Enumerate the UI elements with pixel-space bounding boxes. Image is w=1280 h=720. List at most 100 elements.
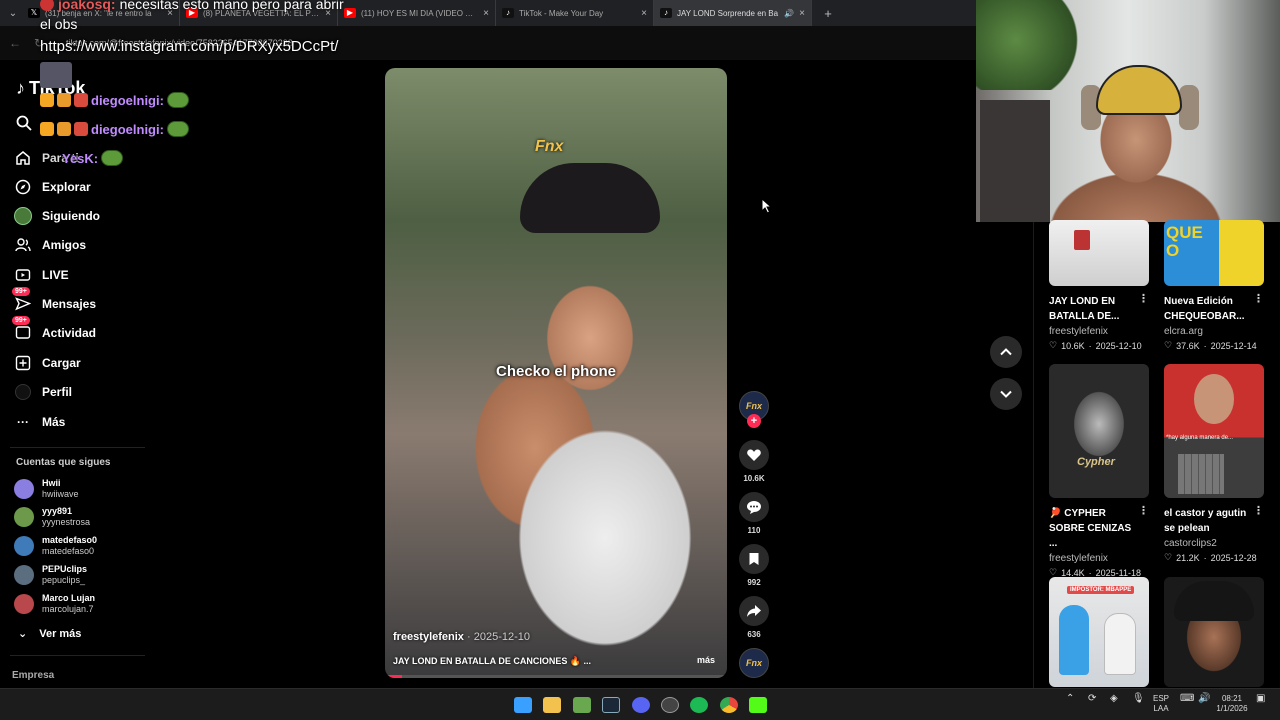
video-thumbnail[interactable]: [1164, 577, 1264, 687]
followed-account[interactable]: yyy891 yyynestrosa: [14, 506, 90, 528]
nav-item-mensajes[interactable]: 99+ Mensajes: [12, 287, 174, 315]
browser-tab[interactable]: ▶ (11) HOY ES MI DIA (VIDEO OFI ×: [338, 0, 496, 26]
notification-icon[interactable]: ▣: [1256, 694, 1265, 704]
video-thumbnail[interactable]: [1049, 220, 1149, 286]
close-icon[interactable]: ×: [483, 8, 489, 19]
video-author[interactable]: freestylefenix: [1049, 326, 1149, 337]
see-more-button[interactable]: ⌄ Ver más: [18, 627, 81, 641]
like-action[interactable]: 10.6K: [738, 440, 770, 483]
nav-item-perfil[interactable]: Perfil: [14, 381, 174, 403]
nav-item-siguiendo[interactable]: Siguiendo: [14, 205, 174, 227]
followed-account[interactable]: Marco Lujan marcolujan.7: [14, 593, 95, 615]
mic-icon[interactable]: 🎙: [1132, 694, 1145, 704]
new-tab-button[interactable]: +: [818, 3, 838, 23]
save-action[interactable]: 992: [738, 544, 770, 587]
pepe-emote-icon: [101, 150, 124, 166]
more-options-icon[interactable]: ⋮: [1253, 292, 1264, 307]
badge-icon: [57, 93, 71, 107]
video-thumbnail[interactable]: *hay alguna manera de...: [1164, 364, 1264, 498]
speaker-icon[interactable]: 🔊: [784, 9, 794, 18]
bookmark-icon[interactable]: [739, 544, 769, 574]
comment-action[interactable]: 110: [738, 492, 770, 535]
network-icon[interactable]: ⌨: [1180, 694, 1194, 704]
video-title[interactable]: Nueva Edición CHEQUEOBAR... ⋮: [1164, 292, 1264, 324]
obs-icon[interactable]: [661, 697, 679, 713]
nav-label: Cargar: [42, 356, 81, 370]
video-title[interactable]: el castor y agutin se pelean ⋮: [1164, 504, 1264, 536]
followed-account[interactable]: Hwii hwiiwave: [14, 478, 79, 500]
recommended-video-card[interactable]: Cypher 🏓 CYPHER SOBRE CENIZAS ... ⋮ freest…: [1049, 364, 1149, 578]
recommended-video-card[interactable]: JAY LOND EN BATALLA DE... ⋮ freestylefenix…: [1049, 220, 1149, 351]
video-thumbnail[interactable]: Cypher: [1049, 364, 1149, 498]
video-title[interactable]: 🏓 CYPHER SOBRE CENIZAS ... ⋮: [1049, 504, 1149, 551]
more-button[interactable]: más: [697, 655, 715, 665]
folder-icon[interactable]: [543, 697, 561, 713]
recommended-video-card[interactable]: QUEO Nueva Edición CHEQUEOBAR... ⋮ elcra.a…: [1164, 220, 1264, 351]
search-icon[interactable]: [16, 115, 34, 133]
shield-icon[interactable]: ◈: [1110, 694, 1118, 704]
more-options-icon[interactable]: ⋮: [1138, 504, 1149, 519]
next-video-button[interactable]: [990, 378, 1022, 410]
nav-item-mas[interactable]: ··· Más: [14, 411, 174, 433]
clock[interactable]: 08:21 1/1/2026: [1214, 694, 1250, 714]
windows-icon[interactable]: [514, 697, 532, 713]
steam-icon[interactable]: [602, 697, 620, 713]
video-thumbnail[interactable]: IMPOSTOR: MBAPPE: [1049, 577, 1149, 687]
nav-label: Más: [42, 415, 66, 429]
close-icon[interactable]: ×: [799, 8, 805, 19]
nav-item-explorar[interactable]: Explorar: [14, 176, 174, 198]
share-action[interactable]: 636: [738, 596, 770, 639]
nav-item-actividad[interactable]: 99+ Actividad: [12, 316, 174, 344]
video-author[interactable]: castorclips2: [1164, 538, 1264, 549]
followed-account[interactable]: matedefaso0 matedefaso0: [14, 535, 97, 557]
nav-item-cargar[interactable]: Cargar: [14, 352, 174, 374]
chevron-up-icon[interactable]: ⌃: [1066, 694, 1074, 704]
video-date: 2025-11-18: [1095, 567, 1141, 578]
account-handle: matedefaso0: [42, 546, 95, 556]
video-author[interactable]: elcra.arg: [1164, 326, 1264, 337]
streamer-beanie: [1096, 65, 1182, 115]
nav-item-live[interactable]: LIVE: [14, 264, 174, 286]
video-title[interactable]: JAY LOND EN BATALLA DE... ⋮: [1049, 292, 1149, 324]
recommended-video-card[interactable]: IMPOSTOR: MBAPPE: [1049, 577, 1149, 687]
thumbnail-text: QUEO: [1166, 223, 1203, 260]
share-icon[interactable]: [739, 596, 769, 626]
title-line: Nueva Edición: [1164, 296, 1233, 307]
language-indicator[interactable]: ESP LAA: [1153, 694, 1169, 714]
music-disc-icon[interactable]: Fnx: [739, 648, 769, 678]
messages-icon: 99+: [12, 287, 32, 313]
browser-tab-active[interactable]: ♪ JAY LOND Sorprende en Ba 🔊 ×: [654, 0, 812, 26]
chat-user: diegoelnigi:: [91, 92, 164, 108]
account-name: PEPUclips: [42, 564, 88, 574]
browser-tab[interactable]: ♪ TikTok - Make Your Day ×: [496, 0, 654, 26]
video-author-line[interactable]: freestylefenix · 2025-12-10: [393, 631, 530, 643]
minecraft-icon[interactable]: [573, 697, 591, 713]
recommended-video-card[interactable]: [1164, 577, 1264, 687]
video-author[interactable]: freestylefenix: [393, 631, 464, 643]
comment-icon[interactable]: [739, 492, 769, 522]
nav-item-amigos[interactable]: Amigos: [14, 234, 174, 256]
video-progress-bar[interactable]: [385, 675, 727, 678]
heart-icon[interactable]: [739, 440, 769, 470]
follow-plus-button[interactable]: +: [747, 414, 761, 428]
followed-account[interactable]: PEPUclips pepuclips_: [14, 564, 87, 586]
sync-icon[interactable]: ⟳: [1088, 694, 1096, 704]
more-options-icon[interactable]: ⋮: [1138, 292, 1149, 307]
previous-video-button[interactable]: [990, 336, 1022, 368]
back-icon[interactable]: ←: [8, 36, 22, 50]
chrome-icon[interactable]: [720, 697, 738, 713]
video-date: 2025-12-10: [473, 631, 531, 643]
recommended-video-card[interactable]: *hay alguna manera de... el castor y agu…: [1164, 364, 1264, 563]
discord-icon[interactable]: [632, 697, 650, 713]
video-player[interactable]: Fnx Checko el phone freestylefenix · 202…: [385, 68, 727, 678]
volume-icon[interactable]: 🔊: [1198, 694, 1210, 704]
close-icon[interactable]: ×: [641, 8, 647, 19]
spotify-icon[interactable]: [690, 697, 708, 713]
video-thumbnail[interactable]: QUEO: [1164, 220, 1264, 286]
date: 1/1/2026: [1216, 704, 1248, 713]
kick-icon[interactable]: [749, 697, 767, 713]
video-author[interactable]: freestylefenix: [1049, 553, 1149, 564]
more-options-icon[interactable]: ⋮: [1253, 504, 1264, 519]
footer-company-link[interactable]: Empresa: [12, 670, 54, 681]
tab-search-icon[interactable]: ⌄: [4, 4, 22, 22]
